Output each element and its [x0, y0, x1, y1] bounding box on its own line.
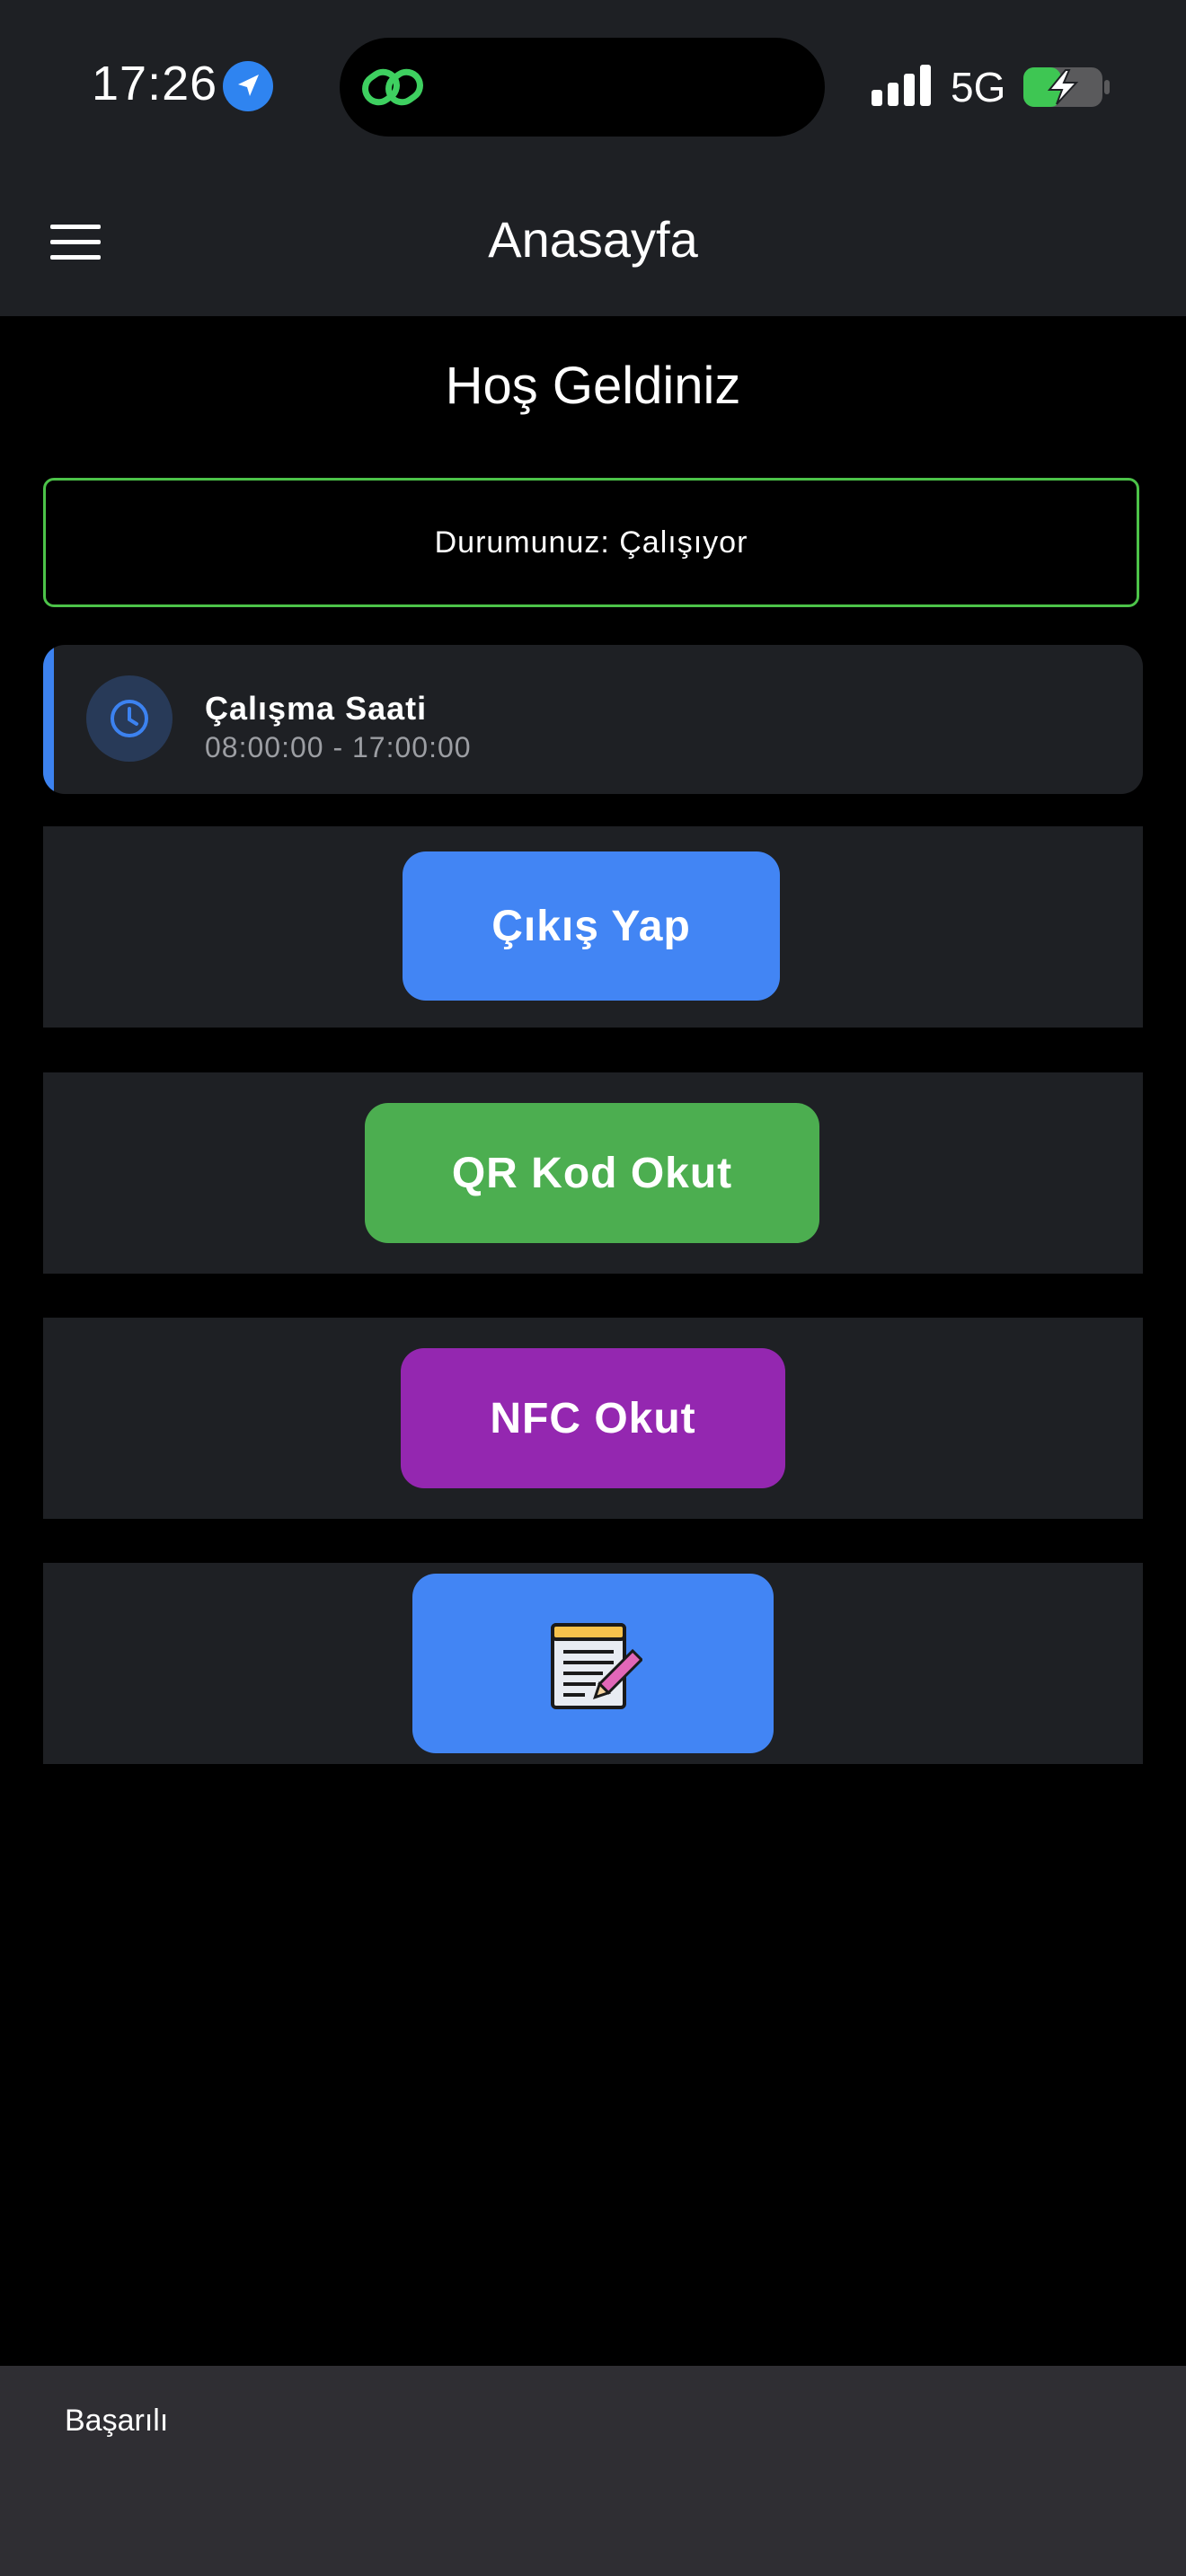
notepad-pencil-icon — [551, 1623, 642, 1709]
snackbar-message: Başarılı — [65, 2404, 169, 2438]
network-type: 5G — [951, 64, 1006, 110]
clock-icon — [111, 700, 148, 737]
link-icon — [362, 68, 423, 106]
work-hours-title: Çalışma Saati — [205, 690, 428, 727]
status-time: 17:26 — [92, 57, 218, 110]
nfc-scan-button[interactable]: NFC Okut — [401, 1348, 785, 1488]
battery-charging-icon — [1023, 67, 1110, 107]
status-box: Durumunuz: Çalışıyor — [43, 478, 1139, 607]
checkout-panel: Çıkış Yap — [43, 826, 1143, 1028]
notes-button[interactable] — [412, 1574, 774, 1753]
page-title: Anasayfa — [488, 211, 698, 268]
qr-panel: QR Kod Okut — [43, 1072, 1143, 1274]
work-hours-range: 08:00:00 - 17:00:00 — [205, 731, 472, 763]
location-arrow-icon — [223, 61, 273, 111]
checkout-button[interactable]: Çıkış Yap — [403, 851, 780, 1001]
status-text: Durumunuz: Çalışıyor — [434, 525, 748, 560]
clock-badge — [86, 675, 173, 762]
snackbar: Başarılı — [0, 2366, 1186, 2576]
signal-bars-icon — [872, 65, 931, 106]
card-accent-bar — [43, 645, 54, 794]
nfc-panel: NFC Okut — [43, 1318, 1143, 1519]
qr-scan-button[interactable]: QR Kod Okut — [365, 1103, 819, 1243]
welcome-heading: Hoş Geldiniz — [445, 357, 741, 415]
work-hours-card: Çalışma Saati 08:00:00 - 17:00:00 — [43, 645, 1143, 794]
notes-panel — [43, 1563, 1143, 1764]
